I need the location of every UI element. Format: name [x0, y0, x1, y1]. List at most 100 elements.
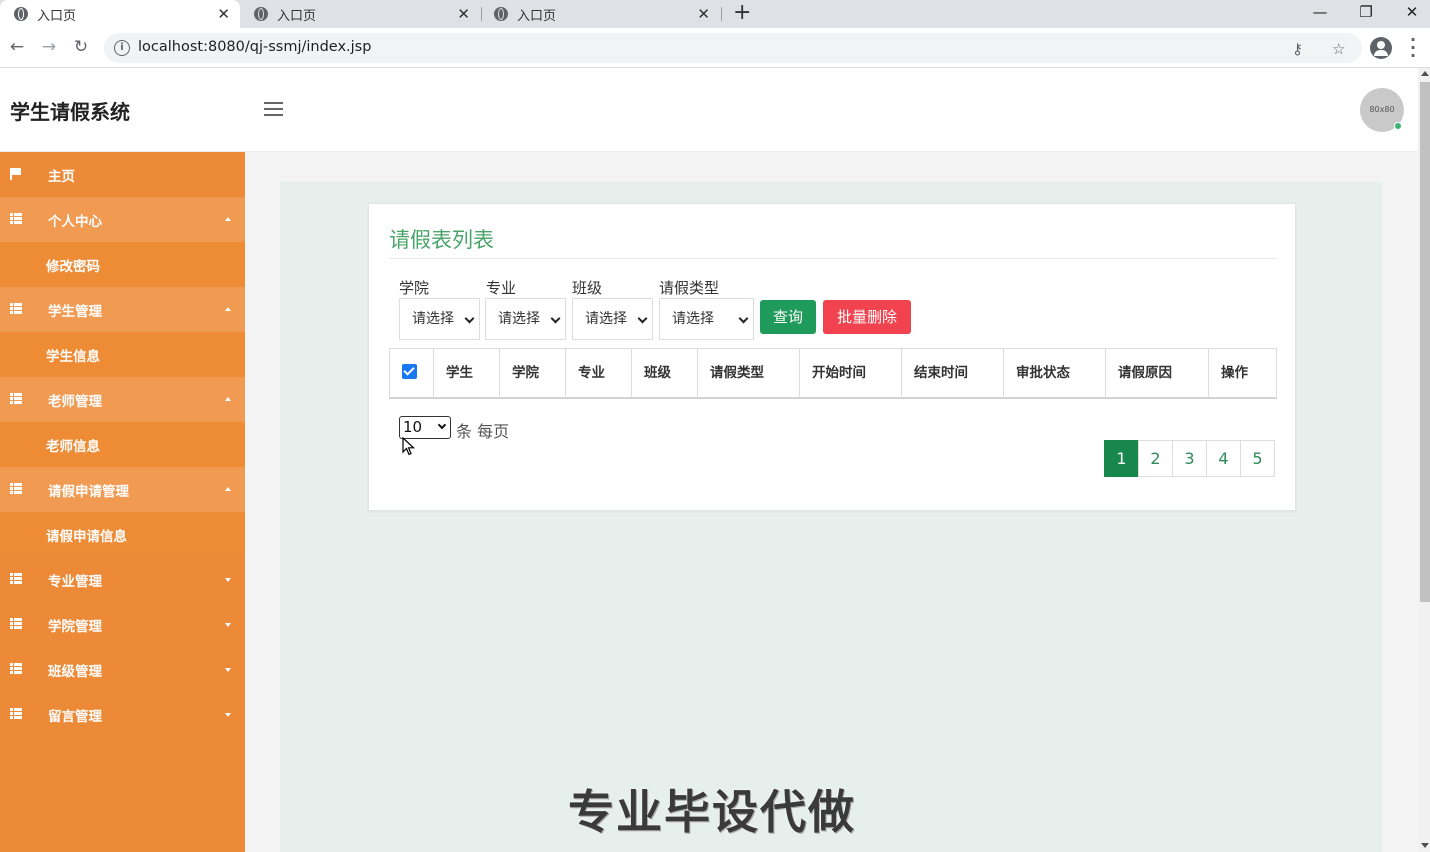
page-button[interactable]: 3: [1172, 440, 1207, 477]
pagination: 1 2 3 4 5: [1104, 440, 1275, 477]
caret-down-icon: [225, 668, 231, 672]
column-header[interactable]: 请假类型: [698, 349, 800, 398]
column-header[interactable]: 审批状态: [1004, 349, 1106, 398]
class-select[interactable]: 请选择: [572, 298, 653, 340]
page-size-value: 10: [403, 418, 423, 436]
chevron-down-icon: [550, 313, 561, 324]
leave-type-select[interactable]: 请选择: [659, 298, 754, 340]
select-all-column: [390, 349, 434, 398]
restore-icon[interactable]: ❐: [1343, 0, 1389, 24]
close-icon[interactable]: ✕: [457, 5, 470, 23]
close-icon[interactable]: ✕: [217, 5, 230, 23]
caret-up-icon: [225, 217, 231, 221]
new-tab-icon[interactable]: +: [733, 1, 751, 25]
chevron-down-icon: [464, 313, 475, 324]
page-button[interactable]: 1: [1104, 440, 1139, 477]
more-menu-icon[interactable]: · · ·: [1406, 32, 1420, 64]
browser-tab-2[interactable]: 入口页 ✕: [240, 0, 480, 28]
globe-icon: [14, 7, 28, 21]
sidebar-subitem[interactable]: 修改密码: [0, 242, 245, 287]
reload-icon[interactable]: ↻: [70, 36, 92, 58]
brand-title: 学生请假系统: [10, 100, 130, 124]
sidebar-item-label: 请假申请信息: [46, 528, 127, 545]
sidebar-item-label: 留言管理: [48, 708, 102, 725]
batch-delete-button[interactable]: 批量删除: [823, 300, 911, 334]
caret-down-icon: [225, 578, 231, 582]
browser-tab-bar: 入口页 ✕ 入口页 ✕ 入口页 ✕ + — ❐ ✕: [0, 0, 1430, 28]
close-icon[interactable]: ✕: [697, 5, 710, 23]
browser-tab-1[interactable]: 入口页 ✕: [0, 0, 240, 28]
sidebar-item[interactable]: 个人中心: [0, 197, 245, 242]
sidebar-item-label: 学生信息: [46, 348, 100, 365]
profile-icon[interactable]: [1370, 37, 1392, 59]
sidebar-subitem[interactable]: 老师信息: [0, 422, 245, 467]
page-size-select[interactable]: 10: [399, 416, 451, 439]
page-button[interactable]: 5: [1240, 440, 1275, 477]
filter-label-major: 专业: [486, 279, 517, 297]
grid-icon: [10, 708, 22, 719]
sidebar-item-label: 个人中心: [48, 213, 102, 230]
column-header[interactable]: 专业: [566, 349, 632, 398]
column-header[interactable]: 学院: [500, 349, 566, 398]
filter-label-class: 班级: [572, 279, 603, 297]
sidebar-item-label: 请假申请管理: [48, 483, 129, 500]
column-header[interactable]: 结束时间: [902, 349, 1004, 398]
page-size-label: 条 每页: [456, 422, 510, 441]
back-icon[interactable]: ←: [6, 36, 28, 58]
scroll-down-arrow-icon[interactable]: [1421, 843, 1429, 848]
sidebar-item[interactable]: 留言管理: [0, 692, 245, 737]
divider: [389, 258, 1277, 259]
key-icon[interactable]: ⚷: [1292, 40, 1303, 58]
column-header[interactable]: 班级: [632, 349, 698, 398]
column-header[interactable]: 操作: [1209, 349, 1276, 398]
flag-icon: [10, 168, 22, 180]
sidebar-item-label: 老师管理: [48, 393, 102, 410]
sidebar-item-label: 学院管理: [48, 618, 102, 635]
sidebar-subitem[interactable]: 请假申请信息: [0, 512, 245, 557]
minimize-icon[interactable]: —: [1297, 0, 1343, 24]
college-select[interactable]: 请选择: [399, 298, 480, 340]
globe-icon: [494, 7, 508, 21]
select-value: 请选择: [498, 311, 540, 327]
window-close-icon[interactable]: ✕: [1389, 0, 1430, 24]
column-header[interactable]: 请假原因: [1106, 349, 1209, 398]
sidebar-item[interactable]: 班级管理: [0, 647, 245, 692]
mouse-cursor-icon: [402, 437, 416, 456]
hamburger-menu-icon[interactable]: [264, 102, 283, 116]
caret-up-icon: [225, 307, 231, 311]
url-field[interactable]: i localhost:8080/qj-ssmj/index.jsp ⚷ ☆: [104, 33, 1362, 63]
scrollbar-thumb[interactable]: [1420, 82, 1430, 602]
sidebar-item[interactable]: 老师管理: [0, 377, 245, 422]
grid-icon: [10, 618, 22, 629]
chevron-down-icon: [637, 313, 648, 324]
info-icon[interactable]: i: [114, 40, 130, 56]
page-button[interactable]: 4: [1206, 440, 1241, 477]
sidebar-subitem[interactable]: 学生信息: [0, 332, 245, 377]
sidebar-item[interactable]: 请假申请管理: [0, 467, 245, 512]
leave-table-header: 学生 学院 专业 班级 请假类型 开始时间 结束时间 审批状态 请假原因 操作: [389, 348, 1277, 399]
sidebar-item[interactable]: 主页: [0, 152, 245, 197]
select-value: 请选择: [412, 311, 454, 327]
tab-separator: [721, 7, 722, 21]
forward-icon[interactable]: →: [38, 36, 60, 58]
select-all-checkbox[interactable]: [402, 364, 417, 379]
sidebar-item[interactable]: 学生管理: [0, 287, 245, 332]
major-select[interactable]: 请选择: [485, 298, 566, 340]
star-icon[interactable]: ☆: [1332, 40, 1345, 58]
query-button[interactable]: 查询: [760, 300, 816, 334]
tab-title: 入口页: [277, 8, 317, 24]
page-button[interactable]: 2: [1138, 440, 1173, 477]
column-header[interactable]: 学生: [434, 349, 500, 398]
grid-icon: [10, 213, 22, 224]
scroll-up-arrow-icon[interactable]: [1421, 71, 1429, 76]
sidebar-item-label: 主页: [48, 168, 75, 185]
sidebar-item[interactable]: 专业管理: [0, 557, 245, 602]
sidebar-item-label: 学生管理: [48, 303, 102, 320]
page-title: 请假表列表: [389, 228, 494, 252]
app-header: 学生请假系统 80x80: [0, 68, 1418, 152]
column-header[interactable]: 开始时间: [800, 349, 902, 398]
leave-list-card: 请假表列表 学院 专业 班级 请假类型 请选择 请选择 请选择 请选择 查询 批…: [368, 203, 1296, 511]
grid-icon: [10, 483, 22, 494]
sidebar-item[interactable]: 学院管理: [0, 602, 245, 647]
browser-tab-3[interactable]: 入口页 ✕: [480, 0, 720, 28]
